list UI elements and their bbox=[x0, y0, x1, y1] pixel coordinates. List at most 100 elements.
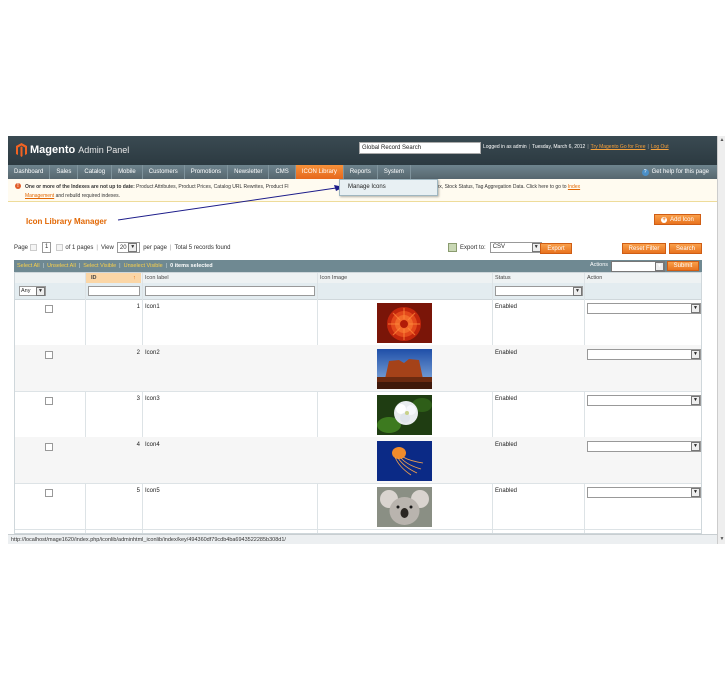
row-id: 4 bbox=[136, 442, 140, 448]
help-link-label: Get help for this page bbox=[651, 169, 709, 175]
row-checkbox[interactable] bbox=[45, 443, 53, 451]
row-checkbox[interactable] bbox=[45, 489, 53, 497]
table-row: 1 Icon1 Enabled ▼ bbox=[15, 299, 701, 346]
prev-page-button[interactable] bbox=[30, 244, 38, 251]
vertical-scrollbar[interactable]: ▲ ▼ bbox=[717, 136, 725, 544]
global-search-input[interactable]: Global Record Search bbox=[359, 142, 481, 154]
nav-reports[interactable]: Reports bbox=[344, 165, 378, 179]
main-nav: Dashboard Sales Catalog Mobile Customers… bbox=[8, 165, 717, 179]
menu-item-manage-icons[interactable]: Manage Icons bbox=[340, 180, 437, 194]
nav-cms[interactable]: CMS bbox=[269, 165, 296, 179]
column-status[interactable]: Status bbox=[495, 275, 511, 281]
nav-icon-library[interactable]: ICON Library bbox=[295, 165, 344, 179]
row-checkbox[interactable] bbox=[45, 305, 53, 313]
logged-in-text: Logged in as admin bbox=[483, 144, 527, 150]
label-filter-input[interactable] bbox=[145, 286, 315, 296]
sort-arrow-icon: ↑ bbox=[133, 275, 136, 281]
page-title: Icon Library Manager bbox=[26, 217, 107, 226]
massaction-filter-select[interactable]: Any ▼ bbox=[19, 286, 46, 296]
brand-subtitle: Admin Panel bbox=[78, 145, 130, 155]
select-all-link[interactable]: Select All bbox=[17, 263, 40, 269]
row-action-select[interactable]: ▼ bbox=[587, 349, 701, 360]
row-checkbox[interactable] bbox=[45, 397, 53, 405]
per-page-select[interactable]: 20 ▼ bbox=[116, 242, 141, 253]
red-flower-image bbox=[377, 303, 432, 343]
nav-mobile[interactable]: Mobile bbox=[112, 165, 143, 179]
magento-logo-icon bbox=[16, 143, 27, 157]
row-id: 3 bbox=[136, 396, 140, 402]
row-status: Enabled bbox=[495, 442, 518, 448]
column-image: Icon Image bbox=[320, 275, 348, 281]
id-filter-input[interactable] bbox=[88, 286, 140, 296]
export-format-select[interactable]: CSV ▼ bbox=[489, 242, 542, 253]
magento-logo[interactable]: Magento Admin Panel bbox=[16, 143, 129, 157]
row-id: 1 bbox=[136, 304, 140, 310]
chevron-down-icon: ▼ bbox=[128, 243, 138, 252]
index-link-a[interactable]: Index bbox=[568, 184, 580, 190]
actions-select[interactable]: ▼ bbox=[611, 261, 665, 272]
browser-status-bar: http://localhost/mage1620/index.php/icon… bbox=[8, 534, 717, 544]
row-action-select[interactable]: ▼ bbox=[587, 487, 701, 498]
export-button[interactable]: Export bbox=[540, 243, 572, 254]
header-date: Tuesday, March 6, 2012 bbox=[531, 144, 586, 150]
nav-system[interactable]: System bbox=[378, 165, 411, 179]
chevron-down-icon: ▼ bbox=[691, 488, 700, 497]
view-label: View bbox=[100, 244, 114, 251]
plus-icon: + bbox=[661, 216, 668, 223]
chevron-down-icon: ▼ bbox=[691, 350, 700, 359]
row-checkbox[interactable] bbox=[45, 351, 53, 359]
nav-catalog[interactable]: Catalog bbox=[78, 165, 113, 179]
row-status: Enabled bbox=[495, 488, 518, 494]
nav-customers[interactable]: Customers bbox=[143, 165, 185, 179]
desert-rock-image bbox=[377, 349, 432, 389]
row-status: Enabled bbox=[495, 304, 518, 310]
per-page-value: 20 bbox=[119, 245, 127, 252]
export-format-value: CSV bbox=[492, 244, 506, 250]
notice-bold: One or more of the Indexes are not up to… bbox=[25, 184, 135, 190]
select-visible-link[interactable]: Select Visible bbox=[83, 263, 116, 269]
row-action-select[interactable]: ▼ bbox=[587, 303, 701, 314]
column-label[interactable]: Icon label bbox=[145, 275, 169, 281]
scroll-down-icon[interactable]: ▼ bbox=[719, 536, 725, 542]
column-id[interactable]: ID bbox=[91, 275, 97, 281]
nav-newsletter[interactable]: Newsletter bbox=[228, 165, 270, 179]
submit-button[interactable]: Submit bbox=[667, 261, 699, 271]
admin-header: Magento Admin Panel Global Record Search… bbox=[8, 136, 717, 165]
row-action-select[interactable]: ▼ bbox=[587, 441, 701, 452]
add-icon-button[interactable]: + Add Icon bbox=[654, 214, 701, 225]
page-input[interactable]: 1 bbox=[42, 242, 52, 253]
massaction-bar: Select All | Unselect All | Select Visible… bbox=[14, 260, 702, 272]
row-label: Icon2 bbox=[145, 350, 160, 356]
reset-filter-button[interactable]: Reset Filter bbox=[622, 243, 666, 254]
unselect-visible-link[interactable]: Unselect Visible bbox=[124, 263, 163, 269]
logout-link[interactable]: Log Out bbox=[651, 144, 669, 150]
jellyfish-image bbox=[377, 441, 432, 481]
scroll-up-icon[interactable]: ▲ bbox=[719, 137, 725, 143]
grid-pager: Page 1 of 1 pages | View 20 ▼ per page |… bbox=[14, 242, 231, 253]
index-link-b[interactable]: Management bbox=[25, 193, 54, 199]
row-id: 2 bbox=[136, 350, 140, 356]
warning-icon: ! bbox=[15, 183, 21, 189]
row-label: Icon4 bbox=[145, 442, 160, 448]
try-magento-link[interactable]: Try Magento Go for Free bbox=[591, 144, 646, 150]
next-page-button[interactable] bbox=[56, 244, 64, 251]
unselect-all-link[interactable]: Unselect All bbox=[47, 263, 76, 269]
column-action: Action bbox=[587, 275, 603, 281]
export-label: Export to: bbox=[460, 244, 486, 251]
of-pages-text: of 1 pages bbox=[65, 244, 94, 251]
actions-label: Actions bbox=[590, 262, 609, 268]
filter-any-value: Any bbox=[21, 288, 31, 294]
help-link[interactable]: ? Get help for this page bbox=[641, 165, 709, 179]
row-action-select[interactable]: ▼ bbox=[587, 395, 701, 406]
table-row: 5 Icon5 Enabled ▼ bbox=[15, 483, 701, 530]
page-label: Page bbox=[14, 244, 29, 251]
status-filter-select[interactable]: ▼ bbox=[495, 286, 583, 296]
chevron-down-icon: ▼ bbox=[691, 304, 700, 313]
nav-sales[interactable]: Sales bbox=[50, 165, 79, 179]
nav-promotions[interactable]: Promotions bbox=[185, 165, 229, 179]
row-id: 5 bbox=[136, 488, 140, 494]
white-hydrangea-image bbox=[377, 395, 432, 435]
search-button[interactable]: Search bbox=[669, 243, 702, 254]
koala-image bbox=[377, 487, 432, 527]
nav-dashboard[interactable]: Dashboard bbox=[8, 165, 51, 179]
